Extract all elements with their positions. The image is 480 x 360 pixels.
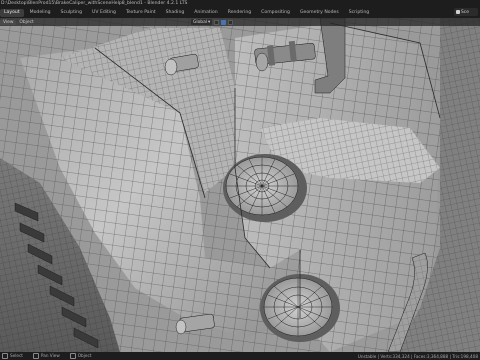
viewport-header: View Object Global ▾ [0,18,480,26]
transform-tools: Global ▾ [191,18,234,26]
tab-compositing[interactable]: Compositing [257,9,294,17]
status-bar: Select Pan View Object Unstable | Verts:… [0,352,480,360]
mouse-right-icon [69,353,76,359]
tab-texture-paint[interactable]: Texture Paint [122,9,160,17]
object-menu[interactable]: Object [16,20,36,25]
mouse-middle-icon [32,353,39,359]
snap-icon[interactable] [221,19,227,25]
tab-animation[interactable]: Animation [190,9,221,17]
status-pan: Pan View [32,353,60,359]
mouse-left-icon [2,353,8,359]
scene-name: Sce [461,9,469,15]
proportional-edit-icon[interactable] [228,19,234,25]
workspace-tabs: Layout Modeling Sculpting UV Editing Tex… [0,8,373,18]
chevron-down-icon: ▾ [208,19,211,25]
tab-shading[interactable]: Shading [162,9,189,17]
top-bar: D:\Desktop\BlenProd15\BrakeCaliper_withS… [0,0,480,18]
status-select: Select [2,353,23,359]
scene-statistics: Unstable | Verts:334,324 | Faces:3,364,8… [357,353,478,359]
tab-uv-editing[interactable]: UV Editing [88,9,120,17]
scene-icon [456,10,460,14]
view-menu[interactable]: View [0,19,17,25]
tab-rendering[interactable]: Rendering [224,9,255,17]
tab-modeling[interactable]: Modeling [26,9,55,17]
window-title: D:\Desktop\BlenProd15\BrakeCaliper_withS… [1,1,188,6]
tab-scripting[interactable]: Scripting [345,9,373,17]
transform-orientation-dropdown[interactable]: Global ▾ [191,19,213,25]
3d-viewport[interactable]: View Object Global ▾ [0,18,480,352]
tab-sculpting[interactable]: Sculpting [57,9,86,17]
tab-layout[interactable]: Layout [0,9,24,17]
status-object: Object [69,353,91,359]
wireframe-model-render [0,18,480,352]
scene-selector[interactable]: Sce [454,8,478,16]
orientation-label: Global [193,19,208,25]
pivot-icon[interactable] [214,19,220,25]
tab-geometry-nodes[interactable]: Geometry Nodes [296,9,343,17]
